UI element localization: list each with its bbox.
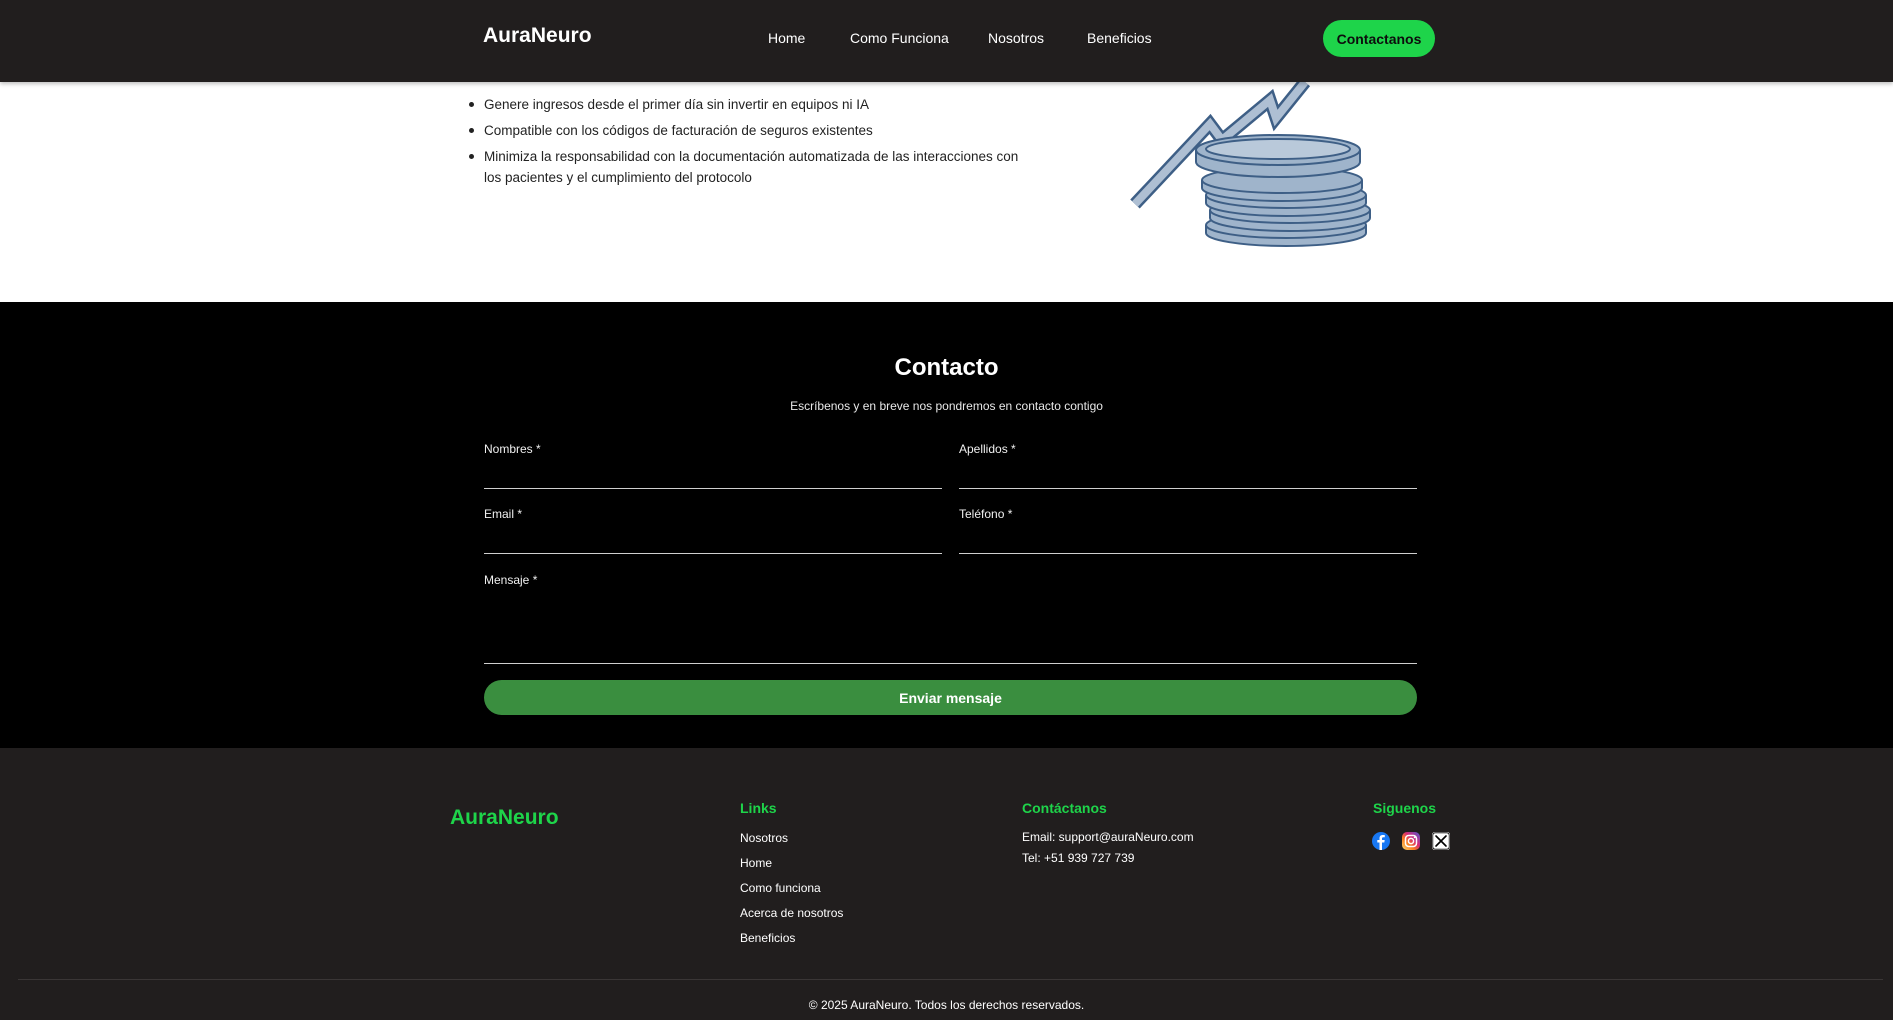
email-field: Email * [484, 507, 942, 554]
apellidos-input[interactable] [959, 461, 1417, 489]
email-input[interactable] [484, 526, 942, 554]
telefono-label: Teléfono * [959, 507, 1013, 521]
nav-link-beneficios[interactable]: Beneficios [1087, 30, 1152, 46]
nav-link-como-funciona[interactable]: Como Funciona [850, 30, 949, 46]
enviar-mensaje-button[interactable]: Enviar mensaje [484, 680, 1417, 715]
footer-links-heading: Links [740, 800, 777, 816]
footer-link-como-funciona[interactable]: Como funciona [740, 881, 821, 895]
footer-divider [18, 979, 1883, 980]
instagram-icon[interactable] [1402, 832, 1420, 850]
email-label: Email * [484, 507, 523, 521]
benefit-item: Genere ingresos desde el primer día sin … [469, 94, 1024, 115]
nav-link-home[interactable]: Home [768, 30, 805, 46]
coins-growth-icon [1130, 82, 1371, 247]
nombres-field: Nombres * [484, 442, 942, 489]
footer-link-acerca-de-nosotros[interactable]: Acerca de nosotros [740, 906, 843, 920]
contact-section: Contacto Escríbenos y en breve nos pondr… [0, 302, 1893, 748]
benefits-section: Genere ingresos desde el primer día sin … [0, 82, 1893, 302]
site-footer: AuraNeuro Links Nosotros Home Como funci… [0, 748, 1893, 1020]
telefono-field: Teléfono * [959, 507, 1417, 554]
brand-logo[interactable]: AuraNeuro [483, 24, 592, 48]
contact-subtitle: Escríbenos y en breve nos pondremos en c… [790, 399, 1103, 413]
footer-link-home[interactable]: Home [740, 856, 772, 870]
apellidos-field: Apellidos * [959, 442, 1417, 489]
nombres-input[interactable] [484, 461, 942, 489]
benefit-item: Minimiza la responsabilidad con la docum… [469, 146, 1024, 188]
footer-brand: AuraNeuro [450, 806, 559, 829]
footer-social-heading: Siguenos [1373, 800, 1437, 816]
x-icon[interactable] [1432, 832, 1450, 850]
contact-title: Contacto [894, 354, 999, 381]
facebook-icon[interactable] [1372, 832, 1390, 850]
top-navbar: AuraNeuro Home Como Funciona Nosotros Be… [0, 0, 1893, 82]
footer-link-nosotros[interactable]: Nosotros [740, 831, 788, 845]
copyright-text: © 2025 AuraNeuro. Todos los derechos res… [808, 998, 1085, 1012]
benefits-list: Genere ingresos desde el primer día sin … [469, 94, 1024, 193]
benefit-item: Compatible con los códigos de facturació… [469, 120, 1024, 141]
apellidos-label: Apellidos * [959, 442, 1016, 456]
footer-link-beneficios[interactable]: Beneficios [740, 931, 795, 945]
nav-link-nosotros[interactable]: Nosotros [988, 30, 1044, 46]
mensaje-field: Mensaje * [484, 573, 1417, 664]
contactanos-button[interactable]: Contactanos [1323, 20, 1435, 57]
telefono-input[interactable] [959, 526, 1417, 554]
mensaje-label: Mensaje * [484, 573, 538, 587]
footer-email: Email: support@auraNeuro.com [1022, 830, 1194, 844]
footer-contact-heading: Contáctanos [1022, 800, 1107, 816]
footer-phone: Tel: +51 939 727 739 [1022, 851, 1135, 865]
nombres-label: Nombres * [484, 442, 541, 456]
mensaje-textarea[interactable] [484, 594, 1417, 664]
